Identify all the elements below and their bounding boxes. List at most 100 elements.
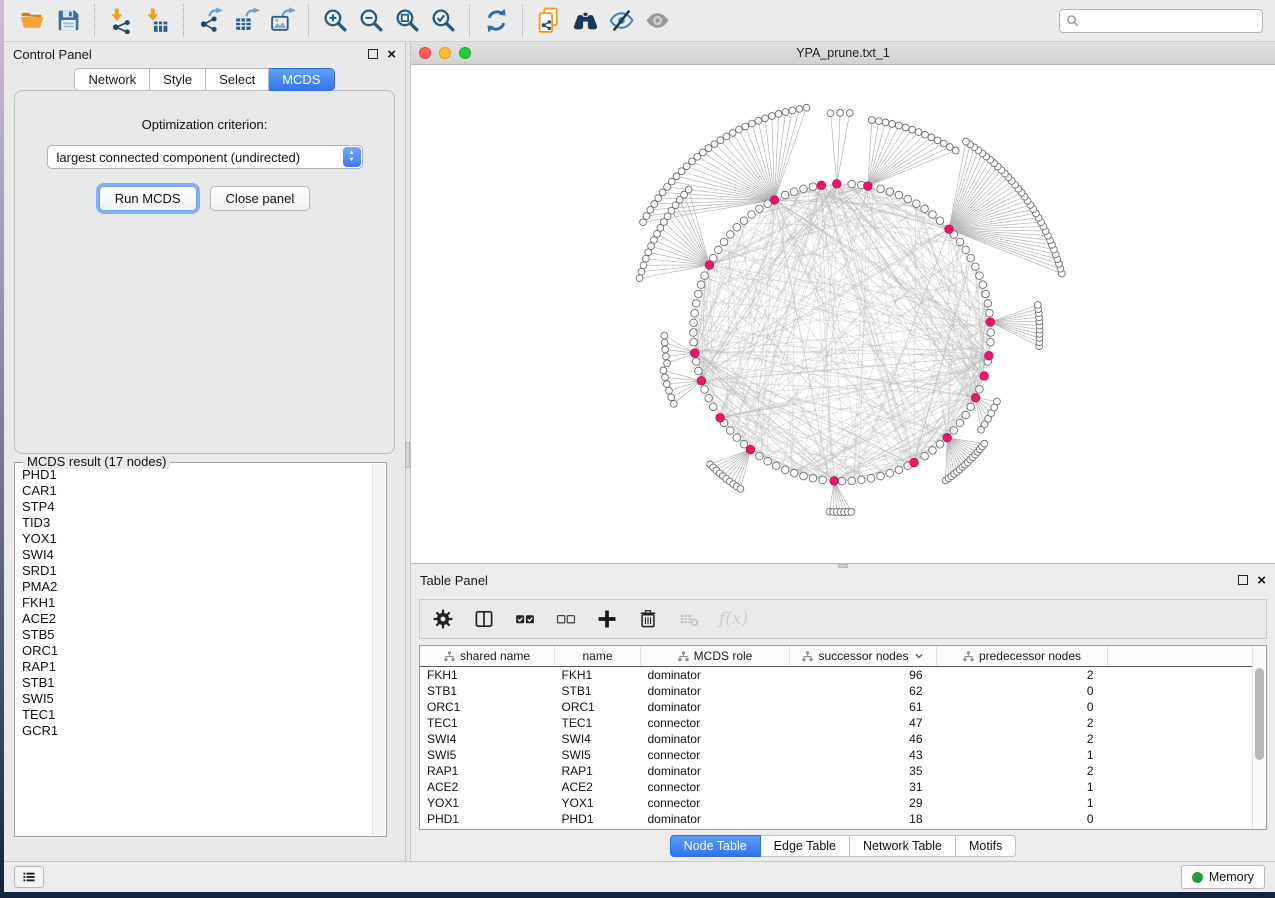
tab-select[interactable]: Select xyxy=(206,68,269,91)
memory-button[interactable]: Memory xyxy=(1181,865,1265,889)
mcds-result-item[interactable]: SWI5 xyxy=(17,691,371,707)
column-layout-button[interactable] xyxy=(473,608,495,630)
cell-shared-name: RAP1 xyxy=(420,763,555,779)
window-minimize-button[interactable] xyxy=(439,47,451,59)
export-image-button[interactable] xyxy=(264,3,300,39)
mcds-result-item[interactable]: SWI4 xyxy=(17,547,371,563)
mcds-result-item[interactable]: STP4 xyxy=(17,499,371,515)
table-panel: Table Panel × f(x) shared namenameMCDS r… xyxy=(411,568,1275,861)
table-row[interactable]: YOX1YOX1connector291 xyxy=(420,795,1266,811)
float-panel-icon[interactable] xyxy=(368,49,378,59)
mcds-result-item[interactable]: PHD1 xyxy=(17,467,371,483)
run-mcds-button[interactable]: Run MCDS xyxy=(99,186,197,211)
zoom-fit-button[interactable] xyxy=(389,3,425,39)
mcds-result-item[interactable]: SRD1 xyxy=(17,563,371,579)
search-box[interactable] xyxy=(1059,9,1263,33)
horizontal-splitter[interactable] xyxy=(411,564,1275,568)
share-document-button[interactable] xyxy=(531,3,567,39)
cell-predecessor-nodes: 0 xyxy=(937,811,1108,827)
table-row[interactable]: SWI4SWI4dominator462 xyxy=(420,731,1266,747)
table-row[interactable]: PHD1PHD1dominator180 xyxy=(420,811,1266,827)
search-network-button[interactable] xyxy=(567,3,603,39)
column-header-shared-name[interactable]: shared name xyxy=(420,646,555,667)
cell-name: ORC1 xyxy=(555,699,641,715)
table-row[interactable]: STB1STB1dominator620 xyxy=(420,683,1266,699)
column-header-mcds-role[interactable]: MCDS role xyxy=(641,646,790,667)
table-row[interactable]: TEC1TEC1connector472 xyxy=(420,715,1266,731)
panel-selector-button[interactable] xyxy=(14,866,44,888)
table-scrollbar[interactable] xyxy=(1252,646,1266,829)
window-zoom-button[interactable] xyxy=(459,47,471,59)
cell-name: TEC1 xyxy=(555,715,641,731)
network-canvas[interactable] xyxy=(411,65,1275,563)
zoom-selected-button[interactable] xyxy=(425,3,461,39)
window-close-button[interactable] xyxy=(419,47,431,59)
toolbar-separator xyxy=(94,4,95,37)
tab-network[interactable]: Network xyxy=(74,68,150,91)
network-title: YPA_prune.txt_1 xyxy=(411,46,1275,60)
cell-shared-name: TEC1 xyxy=(420,715,555,731)
mcds-result-item[interactable]: RAP1 xyxy=(17,659,371,675)
search-input[interactable] xyxy=(1083,13,1256,29)
refresh-icon xyxy=(483,7,510,34)
save-button[interactable] xyxy=(50,3,86,39)
mcds-result-item[interactable]: ORC1 xyxy=(17,643,371,659)
table-row[interactable]: ORC1ORC1dominator610 xyxy=(420,699,1266,715)
float-panel-icon[interactable] xyxy=(1238,575,1248,585)
table-row[interactable]: SWI5SWI5connector431 xyxy=(420,747,1266,763)
tab-style[interactable]: Style xyxy=(150,68,206,91)
close-panel-icon[interactable]: × xyxy=(387,47,396,62)
close-panel-button[interactable]: Close panel xyxy=(210,186,311,211)
mcds-result-item[interactable]: TEC1 xyxy=(17,707,371,723)
delete-row-button[interactable] xyxy=(637,608,659,630)
mcds-result-item[interactable]: FKH1 xyxy=(17,595,371,611)
table-panel-header: Table Panel × xyxy=(411,568,1275,592)
column-header-successor-nodes[interactable]: successor nodes xyxy=(790,646,937,667)
hide-selected-button[interactable] xyxy=(603,3,639,39)
zoom-out-button[interactable] xyxy=(353,3,389,39)
mcds-result-item[interactable]: CAR1 xyxy=(17,483,371,499)
optimization-criterion-select[interactable]: largest connected component (undirected)… xyxy=(47,145,363,169)
splitter-grip[interactable] xyxy=(405,442,410,468)
import-table-button[interactable] xyxy=(139,3,175,39)
scrollbar-thumb[interactable] xyxy=(1255,668,1264,760)
tab-node-table[interactable]: Node Table xyxy=(670,835,761,857)
add-row-button[interactable] xyxy=(596,608,618,630)
mcds-result-item[interactable]: PMA2 xyxy=(17,579,371,595)
main-toolbar xyxy=(4,0,1275,42)
refresh-button[interactable] xyxy=(478,3,514,39)
show-hidden-button[interactable] xyxy=(639,3,675,39)
table-row[interactable]: ACE2ACE2connector311 xyxy=(420,779,1266,795)
tab-network-table[interactable]: Network Table xyxy=(850,835,956,857)
cell-name: FKH1 xyxy=(555,667,641,684)
cell-mcds-role: connector xyxy=(641,779,790,795)
mcds-result-item[interactable]: GCR1 xyxy=(17,723,371,739)
close-panel-icon[interactable]: × xyxy=(1257,573,1266,588)
column-header-predecessor-nodes[interactable]: predecessor nodes xyxy=(937,646,1108,667)
vertical-splitter[interactable] xyxy=(405,42,411,861)
table-row[interactable]: FKH1FKH1dominator962 xyxy=(420,667,1266,684)
mcds-result-item[interactable]: TID3 xyxy=(17,515,371,531)
open-button[interactable] xyxy=(14,3,50,39)
function-icon: f(x) xyxy=(719,609,748,629)
mcds-result-item[interactable]: YOX1 xyxy=(17,531,371,547)
result-list-scrollbar[interactable] xyxy=(372,464,385,835)
tab-mcds[interactable]: MCDS xyxy=(269,68,334,91)
save-icon xyxy=(55,7,82,34)
function-builder-button: f(x) xyxy=(719,609,748,629)
export-network-button[interactable] xyxy=(192,3,228,39)
select-all-button[interactable] xyxy=(514,608,536,630)
zoom-in-button[interactable] xyxy=(317,3,353,39)
mcds-result-item[interactable]: STB5 xyxy=(17,627,371,643)
tab-edge-table[interactable]: Edge Table xyxy=(761,835,850,857)
mcds-result-item[interactable]: STB1 xyxy=(17,675,371,691)
mcds-result-item[interactable]: ACE2 xyxy=(17,611,371,627)
column-header-name[interactable]: name xyxy=(555,646,641,667)
import-network-button[interactable] xyxy=(103,3,139,39)
table-row[interactable]: RAP1RAP1dominator352 xyxy=(420,763,1266,779)
settings-button[interactable] xyxy=(432,608,454,630)
splitter-grip[interactable] xyxy=(838,564,848,568)
tab-motifs[interactable]: Motifs xyxy=(956,835,1016,857)
deselect-all-button[interactable] xyxy=(555,608,577,630)
export-table-button[interactable] xyxy=(228,3,264,39)
